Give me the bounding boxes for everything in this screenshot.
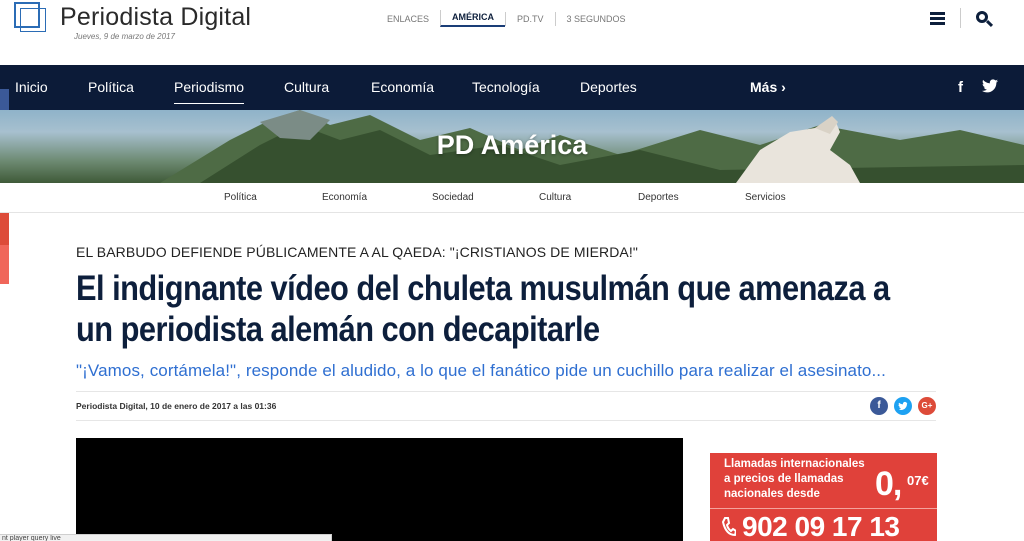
- facebook-icon[interactable]: f: [958, 79, 963, 96]
- search-icon[interactable]: [976, 11, 994, 28]
- player-overlay-tab: nt player query live: [0, 534, 332, 541]
- ad-text: Llamadas internacionales a precios de ll…: [724, 458, 865, 500]
- header-divider: [960, 8, 961, 28]
- hamburger-menu-icon[interactable]: [930, 12, 945, 25]
- strip-email-icon[interactable]: [0, 245, 9, 284]
- twitter-icon[interactable]: [982, 79, 998, 93]
- nav-item-economia[interactable]: Economía: [371, 65, 434, 110]
- ad-phone-number: 902 09 17 13: [742, 511, 900, 541]
- ad-price-decimal: 07€: [907, 473, 929, 488]
- subnav-item-politica[interactable]: Política: [224, 183, 257, 213]
- banner-title: PD América: [436, 130, 588, 160]
- main-navbar: Inicio Política Periodismo Cultura Econo…: [0, 65, 1024, 110]
- headline-line-1: El indignante vídeo del chuleta musulmán…: [76, 269, 890, 308]
- nav-item-deportes[interactable]: Deportes: [580, 65, 637, 110]
- nav-item-tecnologia[interactable]: Tecnología: [472, 65, 540, 110]
- article-kicker: EL BARBUDO DEFIENDE PÚBLICAMENTE A AL QA…: [76, 244, 638, 260]
- nav-item-periodismo[interactable]: Periodismo: [174, 65, 245, 110]
- top-link-enlaces[interactable]: ENLACES: [376, 12, 440, 26]
- top-link-pdtv[interactable]: PD.TV: [505, 11, 555, 26]
- section-subnav: Política Economía Sociedad Cultura Depor…: [0, 183, 1024, 213]
- headline-line-2: un periodista alemán con decapitarle: [76, 310, 600, 349]
- share-facebook-icon[interactable]: f: [870, 397, 888, 415]
- subnav-item-servicios[interactable]: Servicios: [745, 183, 786, 213]
- subnav-item-economia[interactable]: Economía: [322, 183, 367, 213]
- ad-divider: [710, 508, 937, 509]
- article-byline: Periodista Digital, 10 de enero de 2017 …: [76, 401, 277, 411]
- phone-icon: [722, 517, 736, 537]
- subnav-item-cultura[interactable]: Cultura: [539, 183, 571, 213]
- top-links: ENLACES AMÉRICA PD.TV 3 SEGUNDOS: [376, 10, 637, 27]
- nav-item-politica[interactable]: Política: [88, 65, 134, 110]
- top-header: Periodista Digital Jueves, 9 de marzo de…: [0, 0, 1024, 65]
- subnav-item-sociedad[interactable]: Sociedad: [432, 183, 474, 213]
- page: Periodista Digital Jueves, 9 de marzo de…: [0, 0, 1024, 541]
- section-banner: PD América: [0, 110, 1024, 183]
- ad-price-integer: 0,: [875, 465, 902, 503]
- nav-item-inicio[interactable]: Inicio: [15, 65, 48, 110]
- top-link-3-segundos[interactable]: 3 SEGUNDOS: [554, 11, 637, 26]
- article-headline[interactable]: El indignante vídeo del chuleta musulmán…: [76, 268, 956, 350]
- header-date: Jueves, 9 de marzo de 2017: [74, 32, 175, 41]
- nav-item-mas[interactable]: Más ›: [750, 65, 786, 110]
- share-google-plus-icon[interactable]: G+: [918, 397, 936, 415]
- article-subtitle: "¡Vamos, cortámela!", responde el aludid…: [76, 361, 886, 380]
- nav-item-cultura[interactable]: Cultura: [284, 65, 329, 110]
- ad-banner[interactable]: Llamadas internacionales a precios de ll…: [710, 453, 937, 541]
- video-player[interactable]: [76, 438, 683, 541]
- article-meta-bar: Periodista Digital, 10 de enero de 2017 …: [76, 391, 936, 421]
- subnav-item-deportes[interactable]: Deportes: [638, 183, 679, 213]
- site-logo-text[interactable]: Periodista Digital: [60, 3, 251, 32]
- top-link-america[interactable]: AMÉRICA: [440, 10, 506, 27]
- logo-icon[interactable]: [14, 2, 46, 32]
- share-twitter-icon[interactable]: [894, 397, 912, 415]
